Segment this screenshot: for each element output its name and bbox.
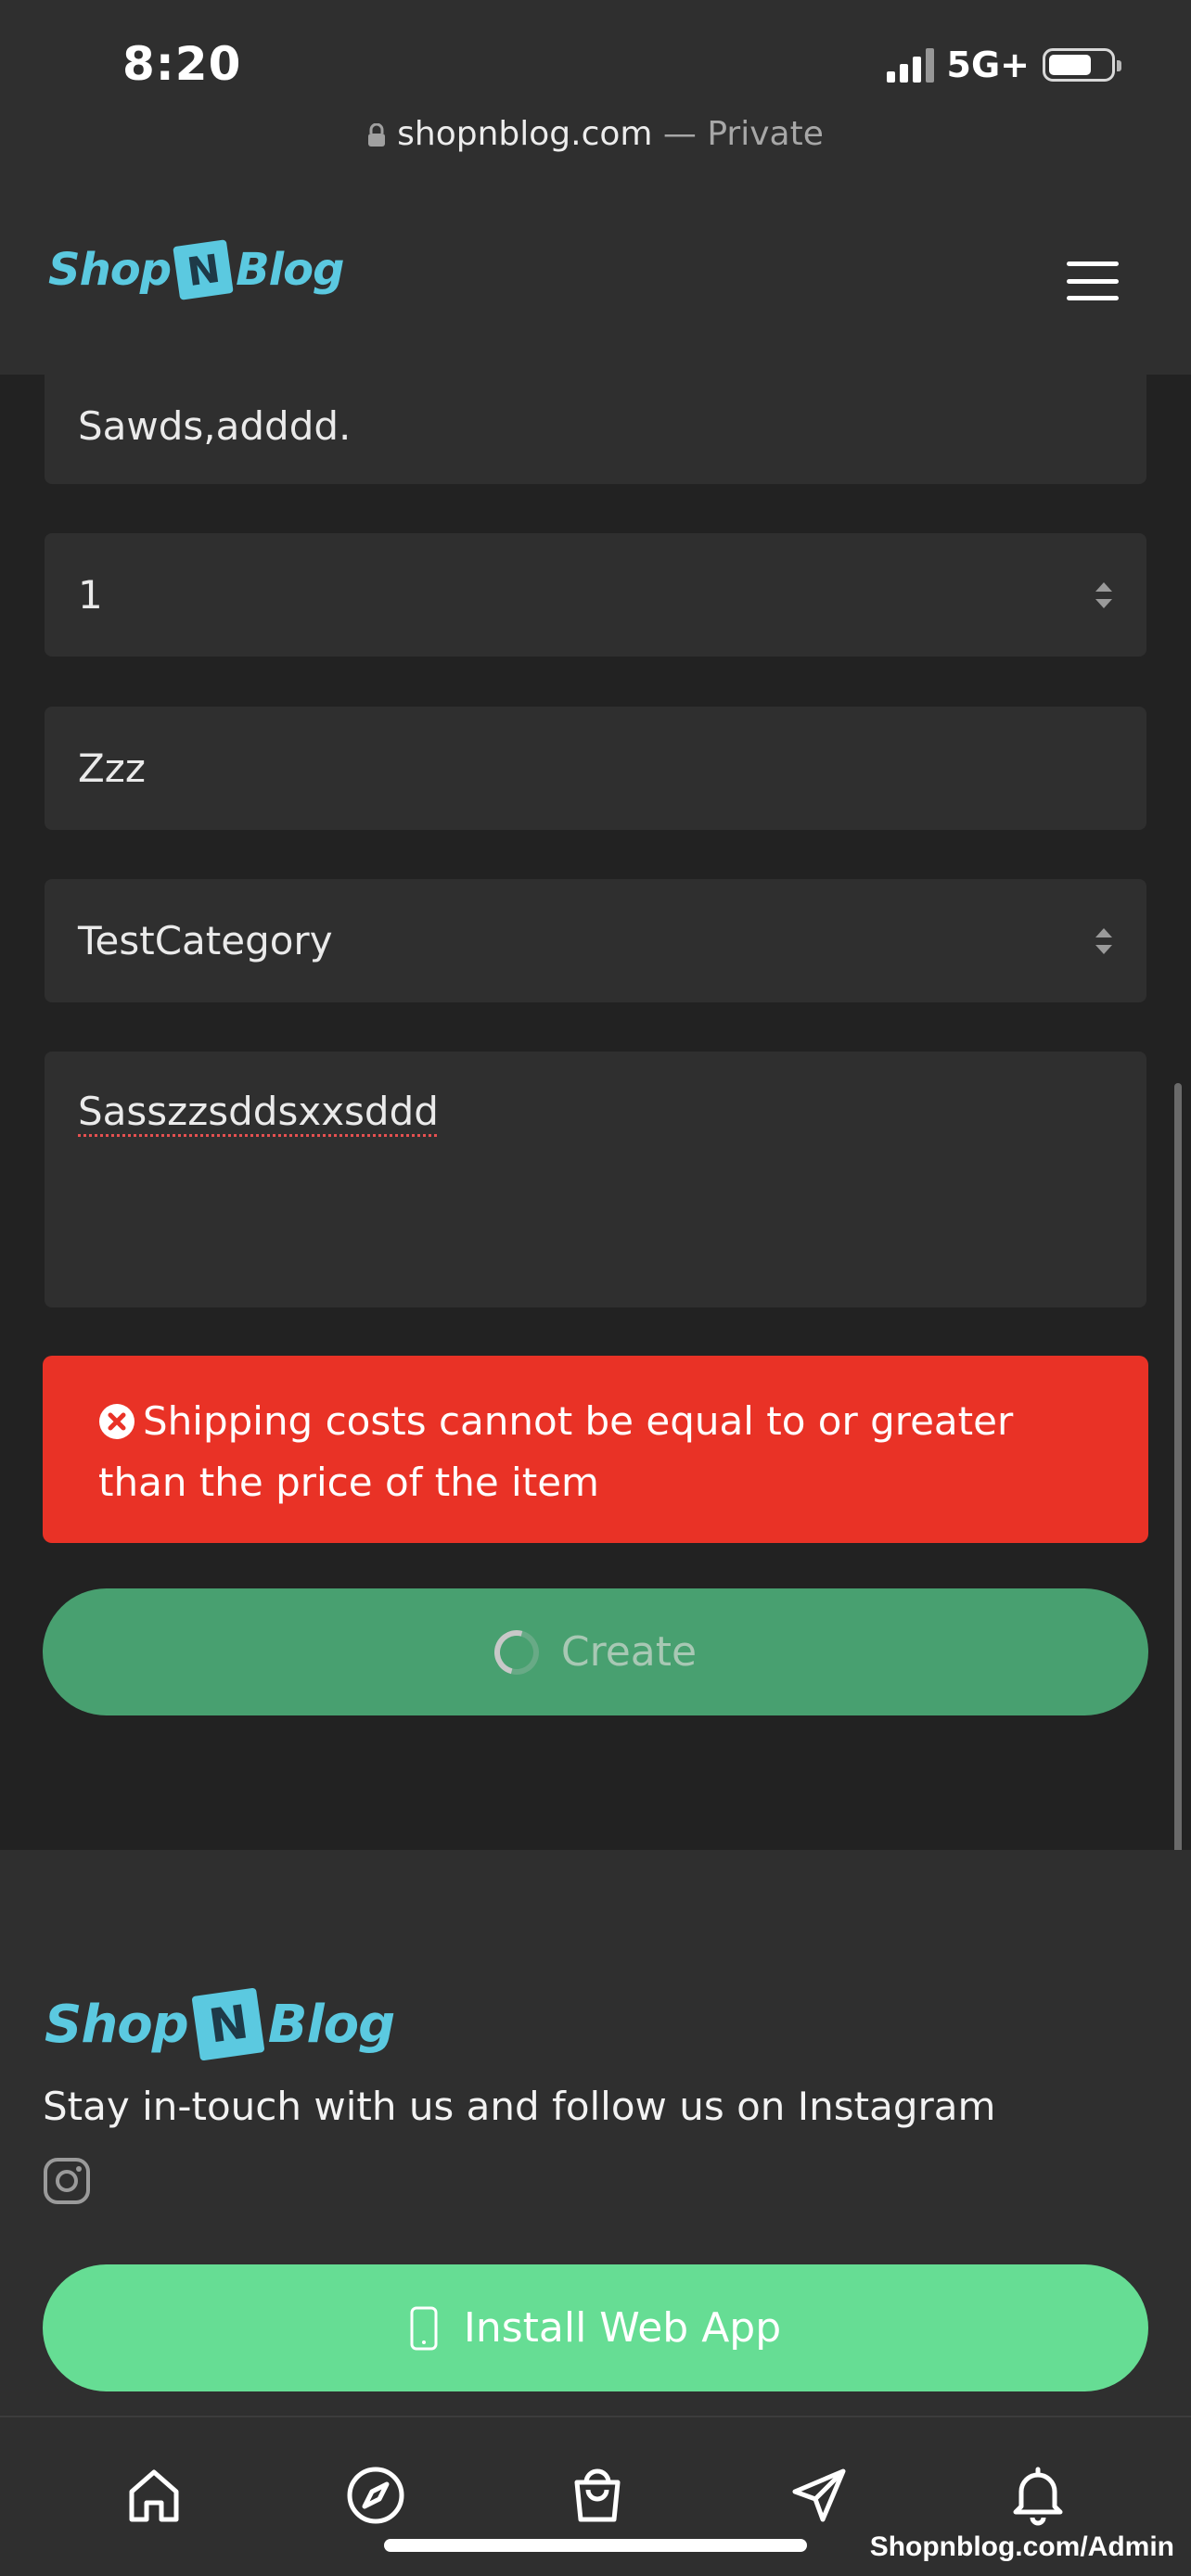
error-message: Shipping costs cannot be equal to or gre… [98,1398,1014,1505]
network-type: 5G+ [946,45,1030,85]
logo-text-shop: Shop [48,244,172,296]
scrollbar[interactable] [1174,1083,1182,1936]
footer-logo-bag-icon: N [191,1987,265,2061]
status-time: 8:20 [122,37,242,91]
follow-text: Stay in-touch with us and follow us on I… [43,2084,996,2129]
install-web-app-button[interactable]: Install Web App [43,2264,1148,2391]
create-button[interactable]: Create [43,1588,1148,1715]
url-domain: shopnblog.com [397,115,653,153]
instagram-icon[interactable] [43,2157,91,2205]
description-textarea[interactable]: Sasszzsddsxxsddd [45,1052,1146,1307]
logo-text-blog: Blog [236,244,344,296]
battery-icon [1043,48,1121,82]
title-value: Zzz [78,746,146,791]
category-select[interactable]: TestCategory [45,879,1146,1002]
phone-icon [410,2306,438,2350]
url-bar[interactable]: shopnblog.com — Private [0,115,1191,153]
create-button-label: Create [560,1628,698,1676]
watermark: Shopnblog.com/Admin [869,2531,1174,2562]
shopping-bag-icon[interactable] [566,2464,629,2527]
select-arrows-icon [1095,581,1112,608]
footer-logo[interactable]: Shop N Blog [45,1987,395,2061]
lock-icon [368,123,386,147]
logo-bag-icon: N [173,239,234,300]
url-mode: Private [707,115,824,153]
top-bar: 8:20 5G+ shopnblog.com — Private Shop N … [0,0,1191,375]
hamburger-icon[interactable] [1067,261,1119,300]
compass-icon[interactable] [344,2464,407,2527]
header-logo[interactable]: Shop N Blog [48,239,344,300]
shipping-address-value: Sawds,adddd. [78,402,352,449]
signal-icon [886,47,934,83]
loading-spinner-icon [486,1621,547,1683]
error-alert: Shipping costs cannot be equal to or gre… [43,1356,1148,1543]
description-value: Sasszzsddsxxsddd [78,1089,439,1134]
send-icon[interactable] [788,2464,851,2527]
footer-logo-text-shop: Shop [45,1994,189,2055]
footer-logo-text-blog: Blog [267,1994,395,2055]
quantity-value: 1 [78,572,103,618]
quantity-select[interactable]: 1 [45,533,1146,657]
select-arrows-icon [1095,927,1112,954]
page: 8:20 5G+ shopnblog.com — Private Shop N … [0,0,1191,2576]
category-value: TestCategory [78,918,333,963]
bell-icon[interactable] [1006,2464,1069,2527]
status-indicators: 5G+ [886,45,1121,85]
url-mode-separator: — [662,115,697,153]
title-field[interactable]: Zzz [45,707,1146,830]
install-web-app-label: Install Web App [463,2304,782,2352]
error-x-icon [99,1404,134,1439]
home-indicator[interactable] [384,2539,807,2552]
home-icon[interactable] [122,2464,186,2527]
shipping-address-field[interactable]: Sawds,adddd. [45,375,1146,484]
